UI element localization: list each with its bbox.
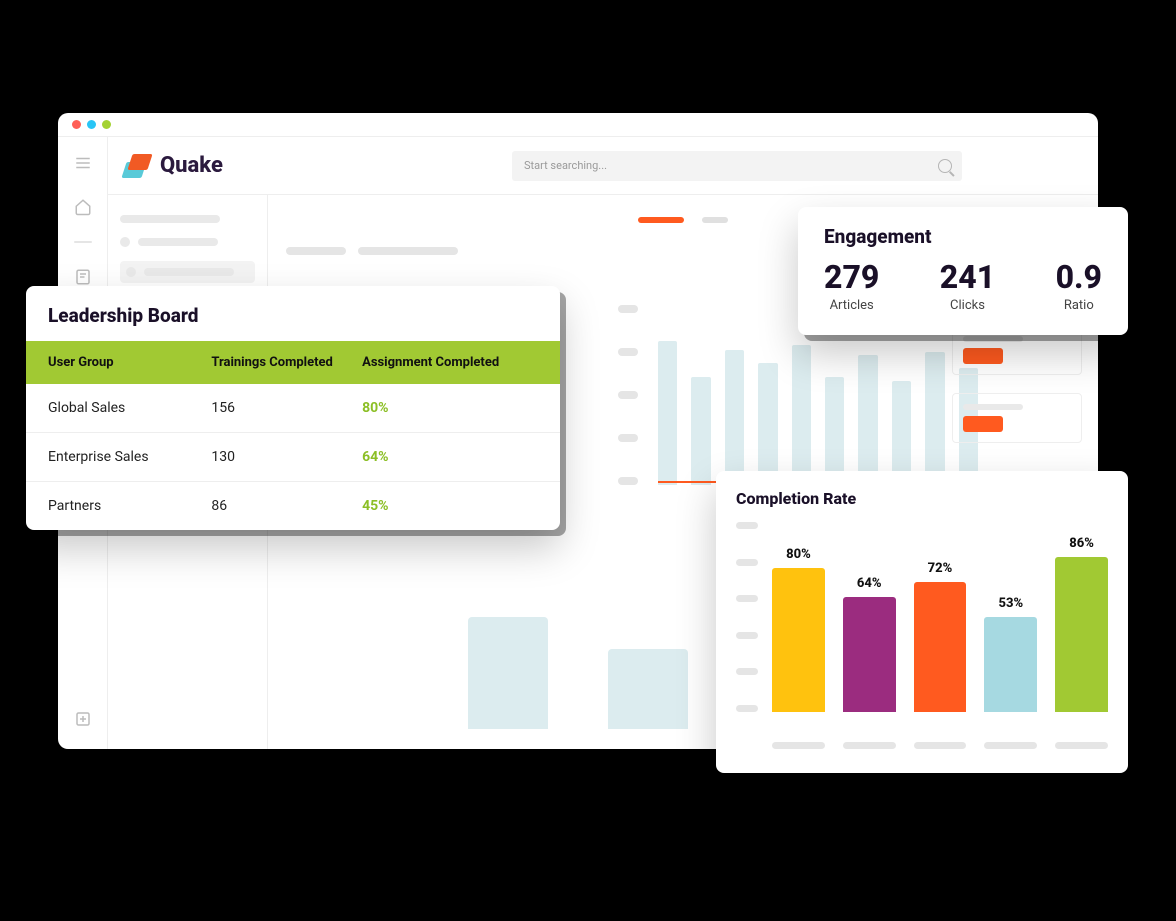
completion-bars: 80% 64% 72% 53% 86% [772,512,1108,742]
menu-icon[interactable] [73,153,93,173]
bar-label: 72% [928,561,953,576]
search-placeholder: Start searching... [524,159,607,172]
home-icon[interactable] [73,197,93,217]
engagement-metric: 241 Clicks [940,258,995,313]
metric-label: Ratio [1056,298,1102,313]
logo-mark-icon [124,154,152,178]
completion-bar[interactable]: 80% [772,547,825,712]
bar-rect [843,597,896,712]
metric-value: 0.9 [1056,258,1102,296]
table-row[interactable]: Partners 86 45% [26,482,560,530]
cell-assignment: 80% [362,400,538,416]
completion-bar[interactable]: 72% [914,561,967,712]
completion-bar[interactable]: 53% [984,596,1037,712]
completion-title: Completion Rate [736,489,1108,508]
engagement-card: Engagement 279 Articles 241 Clicks 0.9 R… [798,207,1128,335]
completion-card: Completion Rate 80% 64% 72% 53% 86% [716,471,1128,773]
leadership-card: Leadership Board User Group Trainings Co… [26,286,560,530]
bar-rect [772,568,825,712]
completion-bar[interactable]: 86% [1055,536,1108,712]
side-mini-cards [952,325,1082,443]
bar-rect [1055,557,1108,712]
engagement-metric: 279 Articles [824,258,879,313]
export-icon[interactable] [73,709,93,729]
completion-yaxis [736,512,772,742]
col-header: User Group [48,355,211,370]
table-row[interactable]: Enterprise Sales 130 64% [26,433,560,482]
bar-rect [914,582,967,712]
search-input[interactable]: Start searching... [512,151,962,181]
metric-value: 241 [940,258,995,296]
app-logo[interactable]: Quake [124,153,223,178]
cell-assignment: 45% [362,498,538,514]
metric-value: 279 [824,258,879,296]
metric-label: Articles [824,298,879,313]
cell-trainings: 156 [211,400,362,416]
leadership-title: Leadership Board [26,304,560,341]
cell-group: Partners [48,498,211,514]
engagement-title: Engagement [824,225,1102,248]
search-icon [938,159,952,173]
cell-assignment: 64% [362,449,538,465]
completion-xaxis [736,742,1108,749]
cell-group: Global Sales [48,400,211,416]
window-titlebar [58,113,1098,137]
window-close-dot[interactable] [72,120,81,129]
bar-label: 86% [1069,536,1094,551]
tab-active[interactable] [638,217,684,223]
sidebar-divider [74,241,92,243]
mini-card[interactable] [952,393,1082,443]
bar-rect [984,617,1037,712]
window-maximize-dot[interactable] [102,120,111,129]
metric-label: Clicks [940,298,995,313]
engagement-metric: 0.9 Ratio [1056,258,1102,313]
completion-bar[interactable]: 64% [843,576,896,712]
bar-label: 64% [857,576,882,591]
window-minimize-dot[interactable] [87,120,96,129]
col-header: Assignment Completed [362,355,538,370]
note-icon[interactable] [73,267,93,287]
topbar: Quake Start searching... [108,137,1098,195]
table-row[interactable]: Global Sales 156 80% [26,384,560,433]
cell-trainings: 130 [211,449,362,465]
tab-item[interactable] [702,217,728,223]
col-header: Trainings Completed [211,355,362,370]
bar-label: 53% [998,596,1023,611]
cell-trainings: 86 [211,498,362,514]
bar-label: 80% [786,547,811,562]
cell-group: Enterprise Sales [48,449,211,465]
table-header: User Group Trainings Completed Assignmen… [26,341,560,384]
app-name: Quake [160,153,223,178]
